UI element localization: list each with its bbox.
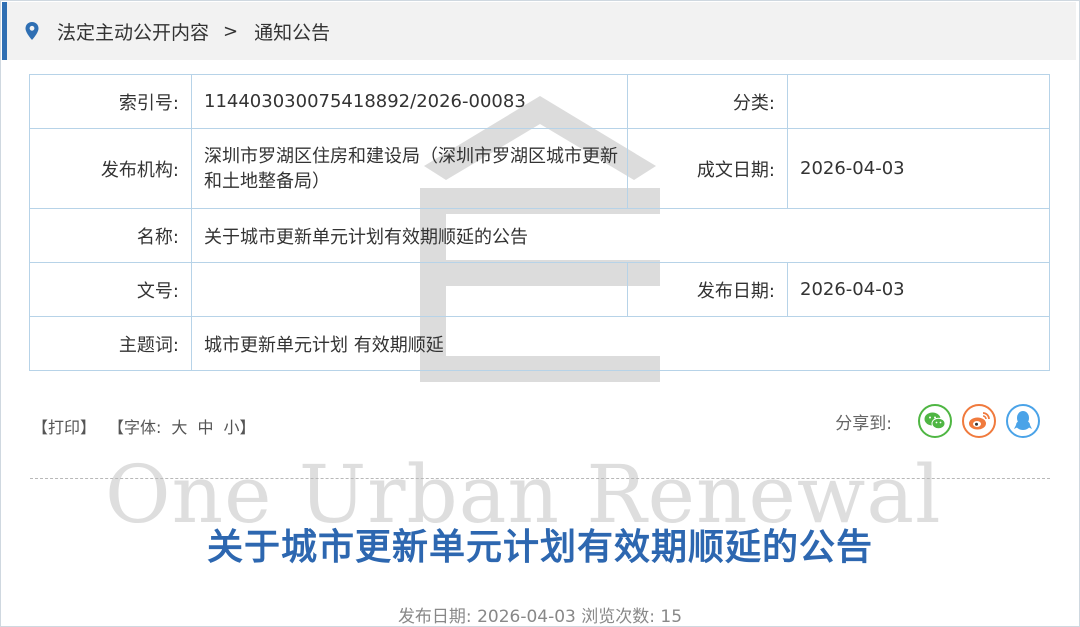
publisher-label: 发布机构: [29, 128, 192, 209]
share-label: 分享到: [835, 413, 892, 434]
table-row: 发布机构: 深圳市罗湖区住房和建设局（深圳市罗湖区城市更新和土地整备局） 成文日… [29, 128, 1050, 209]
font-size-prefix: 【字体: [108, 418, 162, 437]
font-size-suffix: 】 [239, 418, 256, 437]
wechat-share-button[interactable] [918, 404, 952, 438]
article-tools: 【打印】 【字体: 大 中 小 】 [32, 414, 255, 438]
article-meta: 发布日期: 2026-04-03 浏览次数: 15 [397, 607, 683, 627]
breadcrumb-separator: > [223, 20, 239, 42]
table-row: 主题词: 城市更新单元计划 有效期顺延 [29, 316, 1050, 371]
doc-number-value [191, 262, 628, 317]
publish-date-label: 发布日期: [627, 262, 788, 317]
weibo-icon [969, 412, 990, 430]
qq-icon [1014, 411, 1032, 430]
divider [30, 478, 1050, 479]
article-title: 关于城市更新单元计划有效期顺延的公告 [206, 527, 873, 568]
wechat-icon [924, 412, 946, 430]
table-row: 索引号: 11440303007541889​2/2026-00083 分类: [29, 74, 1050, 129]
font-size-selector: 【字体: 大 中 小 】 [108, 414, 255, 438]
written-date-value: 2026-04-03 [787, 128, 1050, 209]
location-pin-icon [25, 22, 39, 40]
breadcrumb-item-public-content[interactable]: 法定主动公开内容 [57, 18, 209, 45]
font-small-button[interactable]: 小 [223, 414, 239, 438]
keywords-value: 城市更新单元计划 有效期顺延 [191, 316, 1050, 371]
breadcrumb-item-notices[interactable]: 通知公告 [254, 18, 330, 45]
table-row: 文号: 发布日期: 2026-04-03 [29, 262, 1050, 317]
print-button[interactable]: 【打印】 [32, 414, 96, 438]
qq-share-button[interactable] [1006, 404, 1040, 438]
table-row: 名称: 关于城市更新单元计划有效期顺延的公告 [29, 208, 1050, 263]
keywords-label: 主题词: [29, 316, 192, 371]
name-label: 名称: [29, 208, 192, 263]
weibo-share-button[interactable] [962, 404, 996, 438]
category-label: 分类: [627, 74, 788, 129]
font-medium-button[interactable]: 中 [197, 414, 213, 438]
category-value [787, 74, 1050, 129]
share-bar: 分享到: [835, 404, 1040, 438]
publish-date-value: 2026-04-03 [787, 262, 1050, 317]
doc-number-label: 文号: [29, 262, 192, 317]
index-label: 索引号: [29, 74, 192, 129]
breadcrumb: 法定主动公开内容 > 通知公告 [2, 2, 1076, 60]
document-info-table: 索引号: 11440303007541889​2/2026-00083 分类: … [29, 74, 1050, 371]
index-value: 11440303007541889​2/2026-00083 [191, 74, 628, 129]
font-large-button[interactable]: 大 [171, 414, 187, 438]
written-date-label: 成文日期: [627, 128, 788, 209]
name-value: 关于城市更新单元计划有效期顺延的公告 [191, 208, 1050, 263]
publisher-value: 深圳市罗湖区住房和建设局（深圳市罗湖区城市更新和土地整备局） [191, 128, 628, 209]
